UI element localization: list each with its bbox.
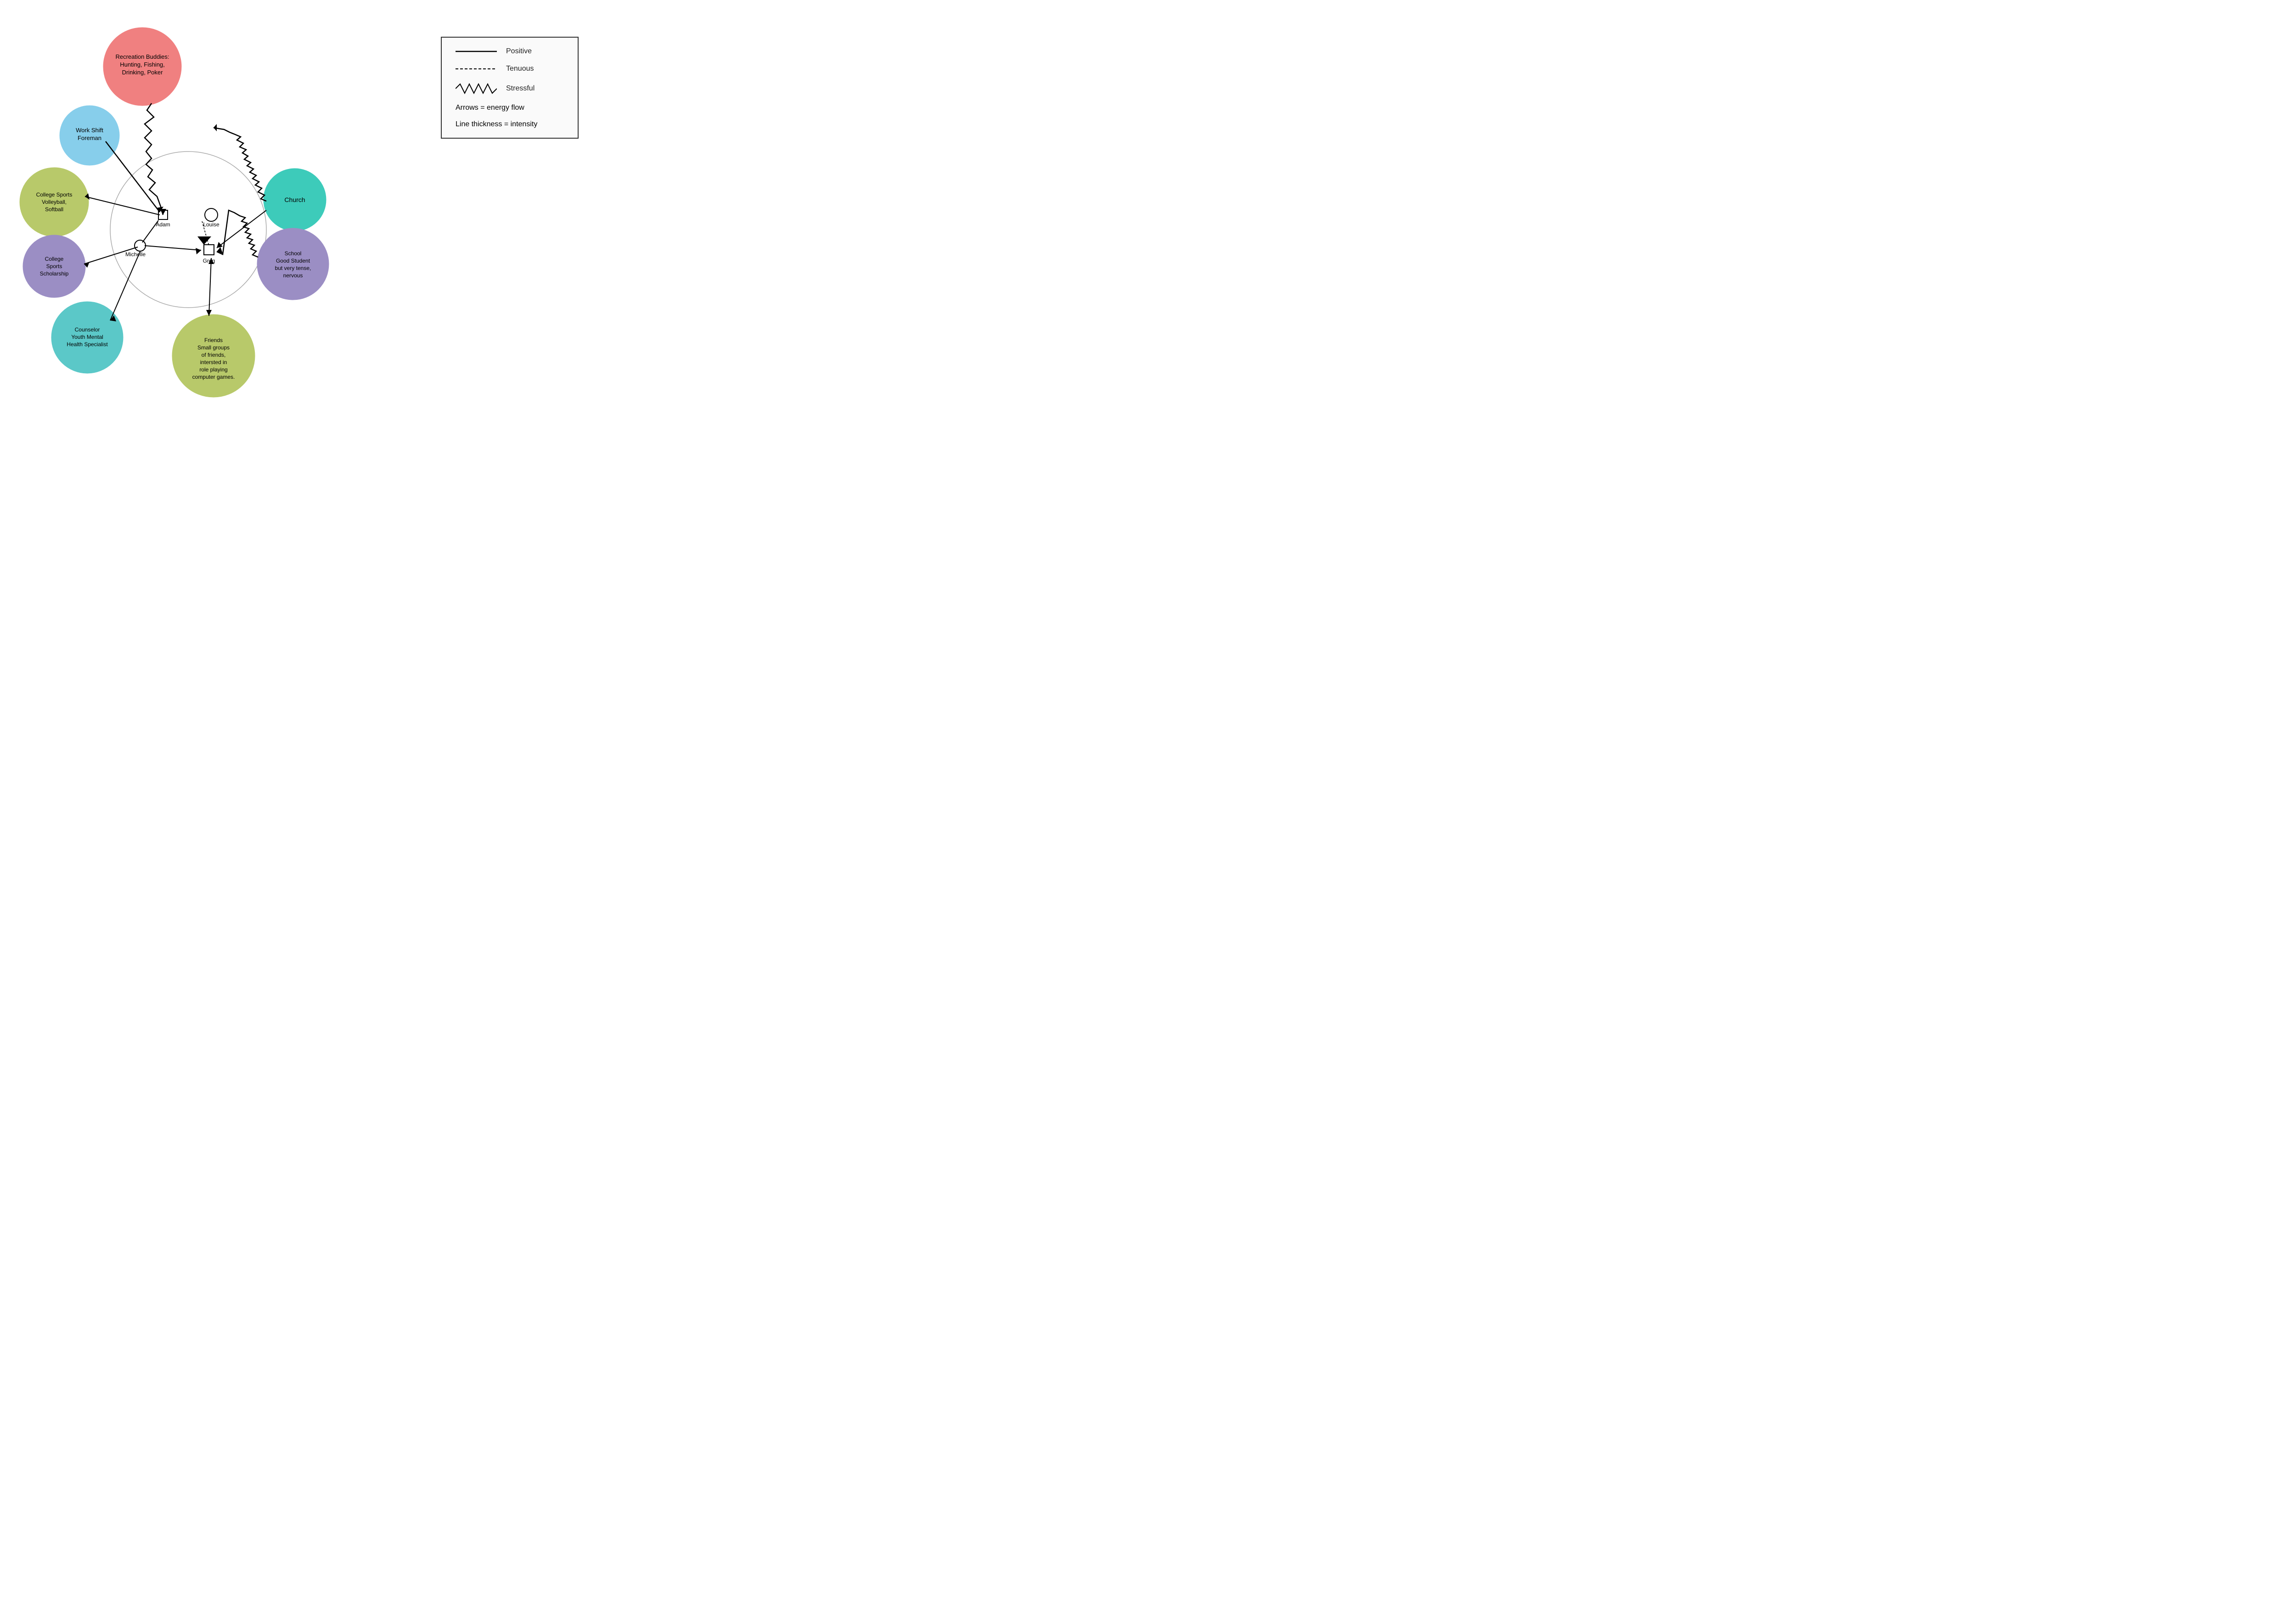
arrow-church-greg — [217, 242, 223, 248]
legend-thickness-text: Line thickness = intensity — [456, 120, 537, 129]
text-work: Work Shift — [76, 127, 103, 134]
legend-thickness-row: Line thickness = intensity — [456, 120, 564, 129]
legend-tenuous-label: Tenuous — [506, 65, 534, 73]
legend-tenuous: Tenuous — [456, 64, 564, 73]
text-college-sports2: Volleyball, — [42, 199, 67, 205]
text-scholarship2: Sports — [46, 263, 62, 270]
legend-positive-line — [456, 47, 497, 56]
symbol-michelle — [135, 240, 146, 251]
text-counselor3: Health Specialist — [67, 341, 108, 348]
text-friends4: intersted in — [200, 359, 227, 365]
line-church-louise — [214, 128, 266, 201]
text-scholarship3: Scholarship — [40, 270, 69, 277]
text-recreation: Recreation Buddies: — [115, 53, 169, 60]
family-circle — [110, 152, 266, 308]
legend-arrows-row: Arrows = energy flow — [456, 104, 564, 112]
text-recreation2: Hunting, Fishing, — [120, 61, 165, 68]
arrowhead-to-greg — [197, 236, 211, 245]
text-counselor: Counselor — [75, 326, 100, 333]
text-church: Church — [284, 196, 305, 203]
text-school3: but very tense, — [275, 265, 311, 271]
text-school4: nervous — [283, 272, 303, 279]
text-college-sports: College Sports — [36, 191, 73, 198]
text-recreation3: Drinking, Poker — [122, 69, 163, 76]
legend-stressful: Stressful — [456, 82, 564, 95]
arrow-church-louise — [214, 124, 217, 131]
text-friends5: role playing — [199, 366, 227, 373]
line-michelle-greg — [145, 246, 201, 250]
legend-positive: Positive — [456, 47, 564, 56]
label-louise: Louise — [203, 221, 219, 228]
legend-positive-label: Positive — [506, 47, 532, 56]
label-adam: Adam — [156, 221, 170, 228]
legend: Positive Tenuous Stressful Arrows = ener… — [441, 37, 579, 139]
legend-tenuous-line — [456, 64, 497, 73]
label-michelle: Michelle — [125, 251, 146, 258]
text-friends2: Small groups — [197, 344, 230, 351]
line-recreation-adam — [145, 103, 163, 215]
text-friends6: computer games. — [192, 374, 235, 380]
text-friends3: of friends, — [202, 352, 226, 358]
line-college-sports-adam — [85, 197, 160, 215]
legend-arrows-text: Arrows = energy flow — [456, 104, 524, 112]
line-friends-greg — [209, 258, 211, 316]
text-work2: Foreman — [78, 135, 101, 141]
node-school — [257, 228, 329, 300]
diagram-svg: Adam Louise Michelle Greg Recreation Bud… — [0, 0, 367, 413]
line-work-adam — [106, 141, 160, 212]
symbol-greg — [204, 245, 214, 255]
text-school: School — [285, 250, 302, 257]
text-school2: Good Student — [276, 258, 310, 264]
arrow-michelle-greg — [196, 248, 201, 254]
legend-stressful-line — [456, 82, 497, 95]
text-friends: Friends — [204, 337, 223, 343]
text-college-sports3: Softball — [45, 206, 63, 213]
text-scholarship: College — [45, 256, 64, 262]
line-school-greg — [217, 210, 258, 257]
line-counselor-michelle — [110, 252, 140, 320]
text-counselor2: Youth Mental — [71, 334, 103, 340]
symbol-louise — [205, 208, 218, 221]
legend-stressful-label: Stressful — [506, 84, 535, 93]
label-greg: Greg — [203, 258, 215, 264]
